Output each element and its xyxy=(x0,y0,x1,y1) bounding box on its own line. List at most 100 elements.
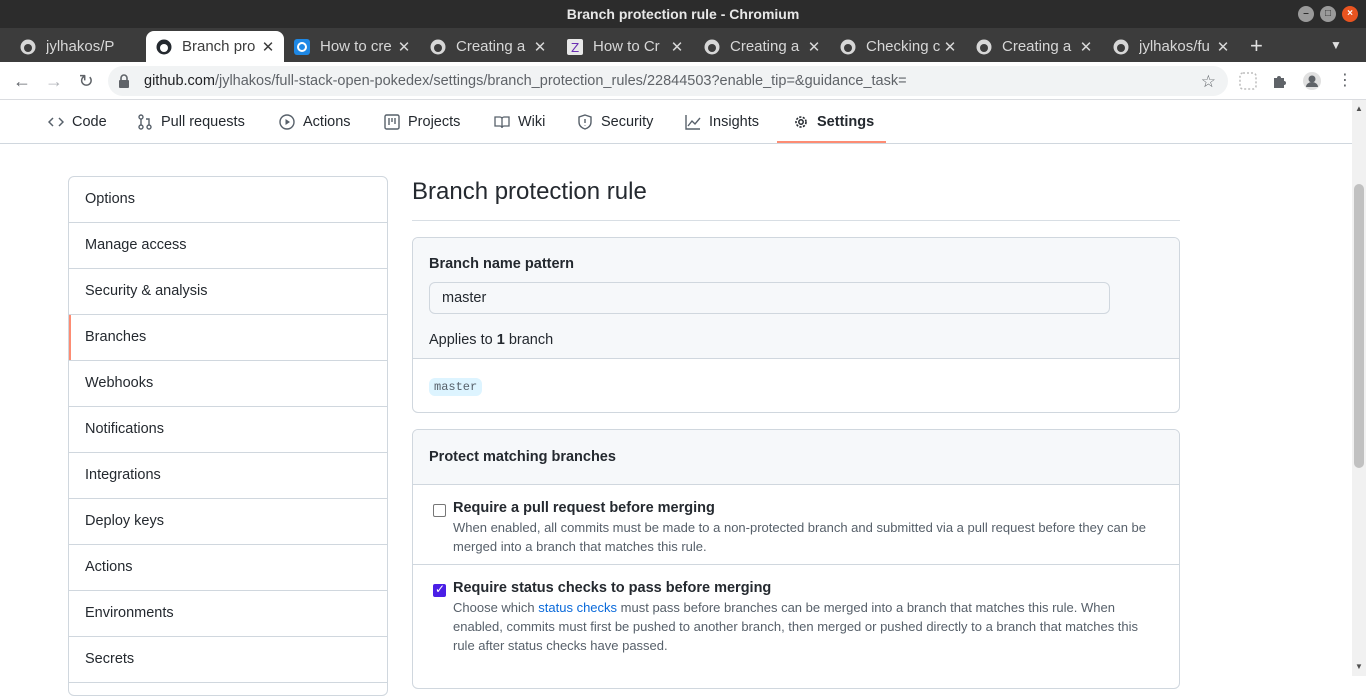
applies-count: 1 xyxy=(496,332,505,348)
tab-label: Security xyxy=(601,114,654,130)
pattern-label: Branch name pattern xyxy=(429,256,575,272)
browser-tab[interactable]: Creating a ✕ xyxy=(694,31,830,62)
applies-to-text: Applies to 1 branch xyxy=(429,332,553,348)
tab-settings[interactable]: Settings xyxy=(793,100,874,144)
sidebar-item-secrets[interactable]: Secrets xyxy=(69,637,387,683)
close-window-button[interactable]: × xyxy=(1342,6,1358,22)
tab-security[interactable]: Security xyxy=(577,100,653,144)
tab-title: How to Cr xyxy=(593,38,660,55)
page-scrollbar[interactable]: ▲ ▼ xyxy=(1352,100,1366,676)
sidebar-item-deploy-keys[interactable]: Deploy keys xyxy=(69,499,387,545)
url-host: github.com xyxy=(144,73,215,89)
gear-icon xyxy=(795,116,807,128)
browser-tab[interactable]: Z How to Cr ✕ xyxy=(557,31,693,62)
code-icon xyxy=(48,117,64,127)
close-tab-icon[interactable]: ✕ xyxy=(942,38,958,56)
tab-title: jylhakos/P xyxy=(46,38,115,55)
tab-label: Settings xyxy=(817,114,875,130)
github-icon xyxy=(1113,39,1129,54)
tab-search-icon[interactable]: ▼ xyxy=(1330,38,1342,52)
branch-name-pattern-input[interactable]: master xyxy=(429,282,1110,314)
puzzle-extensions-icon[interactable] xyxy=(1270,71,1290,91)
title-divider xyxy=(412,220,1180,221)
bookmark-star-icon[interactable]: ☆ xyxy=(1201,72,1216,92)
option-title: Require a pull request before merging xyxy=(453,500,715,516)
back-arrow-icon[interactable]: ← xyxy=(11,70,33,92)
profile-avatar-icon[interactable] xyxy=(1302,71,1322,91)
window-titlebar: Branch protection rule - Chromium – □ × xyxy=(0,0,1366,28)
close-tab-icon[interactable]: ✕ xyxy=(260,38,276,56)
svg-text:Z: Z xyxy=(571,41,579,55)
browser-menu-icon[interactable]: ⋮ xyxy=(1334,70,1356,92)
require-pull-request-checkbox[interactable] xyxy=(433,504,446,517)
tab-label: Actions xyxy=(303,114,351,130)
browser-tab[interactable]: Creating a ✕ xyxy=(966,31,1102,62)
browser-tab[interactable]: Checking c ✕ xyxy=(830,31,966,62)
protect-branches-box: Protect matching branches Require a pull… xyxy=(412,429,1180,689)
close-tab-icon[interactable]: ✕ xyxy=(532,38,548,56)
option-require-status-checks: Require status checks to pass before mer… xyxy=(413,565,1179,663)
tab-insights[interactable]: Insights xyxy=(685,100,759,144)
reload-icon[interactable]: ↻ xyxy=(75,70,97,92)
tab-pull-requests[interactable]: Pull requests xyxy=(137,100,245,144)
github-icon xyxy=(430,39,446,54)
browser-tab[interactable]: jylhakos/fu ✕ xyxy=(1103,31,1239,62)
pull-request-icon xyxy=(138,114,152,130)
require-status-checks-checkbox[interactable] xyxy=(433,582,446,597)
url-text: github.com/jylhakos/full-stack-open-poke… xyxy=(144,73,907,89)
option-description: Choose which status checks must pass bef… xyxy=(453,598,1163,655)
url-path: /jylhakos/full-stack-open-pokedex/settin… xyxy=(214,73,907,89)
address-bar[interactable]: github.com/jylhakos/full-stack-open-poke… xyxy=(108,66,1228,96)
status-checks-link[interactable]: status checks xyxy=(538,600,617,615)
protect-heading: Protect matching branches xyxy=(413,430,1179,485)
sidebar-item-branches[interactable]: Branches xyxy=(69,315,387,361)
window-title: Branch protection rule - Chromium xyxy=(566,6,800,22)
sidebar-item-integrations[interactable]: Integrations xyxy=(69,453,387,499)
tab-code[interactable]: Code xyxy=(48,100,107,144)
tab-label: Insights xyxy=(709,114,759,130)
sidebar-item-notifications[interactable]: Notifications xyxy=(69,407,387,453)
browser-tab[interactable]: jylhakos/P xyxy=(0,31,144,62)
extension-icon[interactable] xyxy=(1238,71,1258,91)
minimize-button[interactable]: – xyxy=(1298,6,1314,22)
tab-title: Creating a xyxy=(456,38,526,55)
github-icon xyxy=(976,39,992,54)
tab-title: jylhakos/fu xyxy=(1139,38,1210,55)
sidebar-item-environments[interactable]: Environments xyxy=(69,591,387,637)
close-tab-icon[interactable]: ✕ xyxy=(1215,38,1231,56)
browser-tab[interactable]: How to cre ✕ xyxy=(284,31,420,62)
sidebar-item-security-analysis[interactable]: Security & analysis xyxy=(69,269,387,315)
maximize-button[interactable]: □ xyxy=(1320,6,1336,22)
close-tab-icon[interactable]: ✕ xyxy=(1078,38,1094,56)
tab-title: Creating a xyxy=(1002,38,1072,55)
applies-prefix: Applies to xyxy=(429,332,497,348)
new-tab-icon[interactable]: + xyxy=(1250,33,1263,59)
sidebar-item-manage-access[interactable]: Manage access xyxy=(69,223,387,269)
scroll-down-arrow-icon[interactable]: ▼ xyxy=(1355,662,1363,671)
tab-projects[interactable]: Projects xyxy=(384,100,460,144)
scroll-up-arrow-icon[interactable]: ▲ xyxy=(1355,104,1363,113)
shield-icon xyxy=(578,114,592,130)
graph-icon xyxy=(685,115,701,130)
sidebar-item-webhooks[interactable]: Webhooks xyxy=(69,361,387,407)
repo-nav: Code Pull requests Actions Projects Wiki… xyxy=(0,100,1352,144)
github-icon xyxy=(20,39,36,54)
github-icon xyxy=(840,39,856,54)
close-tab-icon[interactable]: ✕ xyxy=(669,38,685,56)
close-tab-icon[interactable]: ✕ xyxy=(806,38,822,56)
forward-arrow-icon[interactable]: → xyxy=(43,70,65,92)
selected-tab-indicator xyxy=(777,141,886,143)
close-tab-icon[interactable]: ✕ xyxy=(396,38,412,56)
sidebar-item-options[interactable]: Options xyxy=(69,177,387,223)
branch-pattern-header: Branch name pattern master Applies to 1 … xyxy=(413,238,1179,359)
github-icon xyxy=(704,39,720,54)
tab-actions[interactable]: Actions xyxy=(279,100,351,144)
browser-tab[interactable]: Creating a ✕ xyxy=(420,31,556,62)
sidebar-item-actions[interactable]: Actions xyxy=(69,545,387,591)
scrollbar-thumb[interactable] xyxy=(1354,184,1364,468)
desc-before: Choose which xyxy=(453,600,539,615)
browser-tab-active[interactable]: Branch pro ✕ xyxy=(146,31,284,62)
tab-label: Wiki xyxy=(518,114,546,130)
option-require-pull-request: Require a pull request before merging Wh… xyxy=(413,485,1179,565)
tab-wiki[interactable]: Wiki xyxy=(494,100,545,144)
